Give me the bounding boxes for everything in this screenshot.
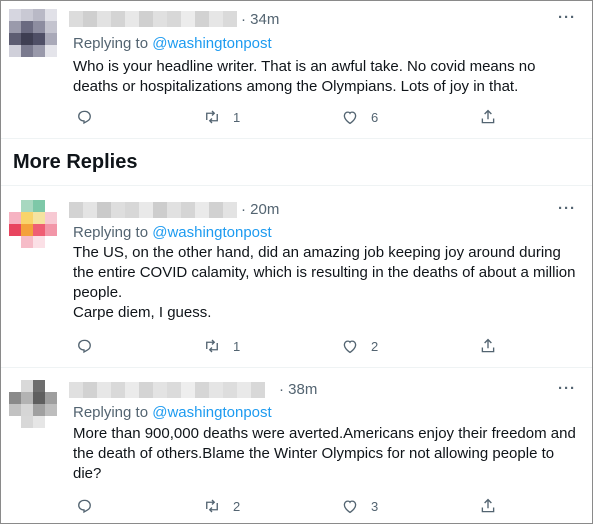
mention-link[interactable]: @washingtonpost bbox=[152, 224, 271, 241]
mention-link[interactable]: @washingtonpost bbox=[152, 404, 271, 421]
retweet-button[interactable]: 2 bbox=[203, 496, 240, 516]
tweet-3[interactable]: · 38m ··· Replying to @washingtonpost Mo… bbox=[1, 368, 592, 523]
tweet-text: More than 900,000 deaths were averted.Am… bbox=[73, 424, 578, 484]
replying-to: Replying to @washingtonpost bbox=[73, 224, 272, 241]
replying-to: Replying to @washingtonpost bbox=[73, 404, 272, 421]
share-icon bbox=[481, 498, 495, 513]
more-icon[interactable]: ··· bbox=[558, 380, 576, 397]
like-button[interactable]: 3 bbox=[341, 496, 378, 516]
author-name-blurred[interactable] bbox=[69, 11, 237, 27]
tweet-actions: 1 6 bbox=[73, 107, 503, 127]
share-icon bbox=[481, 338, 495, 353]
reply-icon bbox=[78, 339, 91, 354]
share-icon bbox=[481, 109, 495, 124]
tweet-1[interactable]: · 34m ··· Replying to @washingtonpost Wh… bbox=[1, 1, 592, 139]
share-button[interactable] bbox=[479, 336, 497, 356]
tweet-text: Who is your headline writer. That is an … bbox=[73, 57, 578, 97]
share-button[interactable] bbox=[479, 496, 497, 516]
like-button[interactable]: 2 bbox=[341, 336, 378, 356]
like-icon bbox=[343, 500, 357, 514]
mention-link[interactable]: @washingtonpost bbox=[152, 35, 271, 52]
divider bbox=[1, 138, 592, 139]
reply-button[interactable] bbox=[75, 496, 105, 516]
replying-prefix: Replying to bbox=[73, 35, 153, 52]
retweet-count: 1 bbox=[233, 109, 241, 125]
share-button[interactable] bbox=[479, 107, 497, 127]
replying-to: Replying to @washingtonpost bbox=[73, 35, 272, 52]
avatar[interactable] bbox=[9, 9, 57, 57]
replying-prefix: Replying to bbox=[73, 224, 153, 241]
like-icon bbox=[343, 340, 357, 354]
retweet-count: 1 bbox=[233, 338, 241, 354]
reply-button[interactable] bbox=[75, 336, 105, 356]
tweet-actions: 2 3 bbox=[73, 496, 503, 516]
reply-icon bbox=[78, 499, 91, 514]
tweet-line: Carpe diem, I guess. bbox=[73, 304, 212, 321]
retweet-icon bbox=[206, 339, 218, 353]
replying-prefix: Replying to bbox=[73, 404, 153, 421]
like-count: 3 bbox=[371, 498, 379, 514]
more-icon[interactable]: ··· bbox=[558, 200, 576, 217]
author-name-blurred[interactable] bbox=[69, 382, 275, 398]
retweet-button[interactable]: 1 bbox=[203, 107, 240, 127]
like-count: 2 bbox=[371, 338, 379, 354]
tweet-2[interactable]: · 20m ··· Replying to @washingtonpost Th… bbox=[1, 186, 592, 367]
tweet-line: Who is your headline writer. That is an … bbox=[73, 58, 536, 95]
reply-icon bbox=[78, 110, 91, 125]
retweet-count: 2 bbox=[233, 498, 241, 514]
retweet-icon bbox=[206, 499, 218, 513]
section-title: More Replies bbox=[13, 151, 138, 173]
retweet-icon bbox=[206, 110, 218, 124]
tweet-actions: 1 2 bbox=[73, 336, 503, 356]
tweet-line: The US, on the other hand, did an amazin… bbox=[73, 244, 576, 301]
avatar[interactable] bbox=[9, 380, 57, 428]
author-name-blurred[interactable] bbox=[69, 202, 237, 218]
like-icon bbox=[343, 111, 357, 125]
timestamp[interactable]: · 34m bbox=[241, 11, 279, 28]
like-count: 6 bbox=[371, 109, 379, 125]
like-button[interactable]: 6 bbox=[341, 107, 378, 127]
reply-button[interactable] bbox=[75, 107, 105, 127]
tweet-text: The US, on the other hand, did an amazin… bbox=[73, 243, 578, 323]
timestamp[interactable]: · 20m bbox=[241, 201, 279, 218]
more-icon[interactable]: ··· bbox=[558, 9, 576, 26]
retweet-button[interactable]: 1 bbox=[203, 336, 240, 356]
tweet-line: More than 900,000 deaths were averted.Am… bbox=[73, 425, 576, 482]
avatar[interactable] bbox=[9, 200, 57, 248]
timestamp[interactable]: · 38m bbox=[279, 381, 317, 398]
